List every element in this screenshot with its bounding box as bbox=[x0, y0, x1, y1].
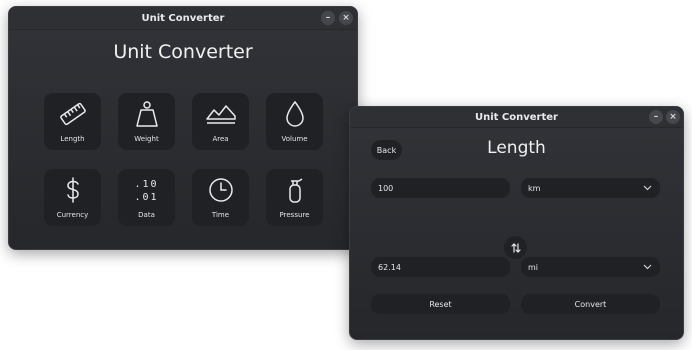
from-value: 100 bbox=[378, 183, 394, 193]
chevron-down-icon bbox=[643, 264, 652, 270]
close-button[interactable]: × bbox=[339, 11, 353, 25]
category-label: Area bbox=[212, 135, 229, 143]
title-bar: Unit Converter – × bbox=[350, 107, 683, 128]
chevron-down-icon bbox=[643, 185, 652, 191]
category-currency[interactable]: Currency bbox=[44, 169, 101, 226]
swap-vertical-icon bbox=[510, 242, 521, 253]
gas-cylinder-icon bbox=[288, 178, 302, 203]
dollar-icon bbox=[66, 177, 79, 203]
window-title: Unit Converter bbox=[141, 12, 225, 24]
category-label: Currency bbox=[56, 211, 89, 219]
category-label: Data bbox=[138, 211, 155, 219]
converter-content: Back Length 100 km 62.14 mi Reset Conver… bbox=[350, 128, 683, 339]
to-value: 62.14 bbox=[378, 262, 401, 272]
category-length[interactable]: Length bbox=[44, 93, 101, 150]
main-content: Unit Converter Length Weight Area Volume… bbox=[9, 30, 357, 249]
minimize-button[interactable]: – bbox=[321, 11, 335, 25]
category-area[interactable]: Area bbox=[192, 93, 249, 150]
convert-button[interactable]: Convert bbox=[521, 294, 660, 314]
page-title: Length bbox=[487, 138, 546, 158]
window-title: Unit Converter bbox=[475, 111, 558, 123]
category-label: Length bbox=[60, 135, 85, 143]
from-unit: km bbox=[528, 183, 541, 193]
category-weight[interactable]: Weight bbox=[118, 93, 175, 150]
category-time[interactable]: Time bbox=[192, 169, 249, 226]
weight-icon bbox=[135, 101, 158, 127]
category-label: Volume bbox=[281, 135, 308, 143]
page-title: Unit Converter bbox=[113, 41, 253, 63]
clock-icon bbox=[208, 178, 233, 202]
ruler-icon bbox=[59, 102, 86, 126]
swap-button[interactable] bbox=[504, 236, 527, 259]
category-label: Pressure bbox=[279, 211, 310, 219]
category-label: Weight bbox=[134, 135, 159, 143]
main-window: Unit Converter – × Unit Converter Length bbox=[8, 6, 358, 250]
category-pressure[interactable]: Pressure bbox=[266, 169, 323, 226]
area-chart-icon bbox=[205, 105, 236, 124]
from-unit-select[interactable]: km bbox=[521, 178, 660, 198]
reset-button[interactable]: Reset bbox=[371, 294, 510, 314]
category-data[interactable]: .10 .01 Data bbox=[118, 169, 175, 226]
binary-icon: .10 .01 bbox=[134, 179, 159, 203]
title-bar: Unit Converter – × bbox=[9, 7, 357, 30]
minimize-button[interactable]: – bbox=[649, 110, 663, 124]
from-value-input[interactable]: 100 bbox=[371, 178, 510, 198]
category-label: Time bbox=[211, 211, 230, 219]
category-volume[interactable]: Volume bbox=[266, 93, 323, 150]
to-unit-select[interactable]: mi bbox=[521, 257, 660, 277]
to-unit: mi bbox=[528, 262, 539, 272]
droplet-icon bbox=[285, 100, 304, 127]
close-button[interactable]: × bbox=[666, 110, 680, 124]
to-value-input[interactable]: 62.14 bbox=[371, 257, 510, 277]
length-window: Unit Converter – × Back Length 100 km 62… bbox=[349, 106, 684, 340]
